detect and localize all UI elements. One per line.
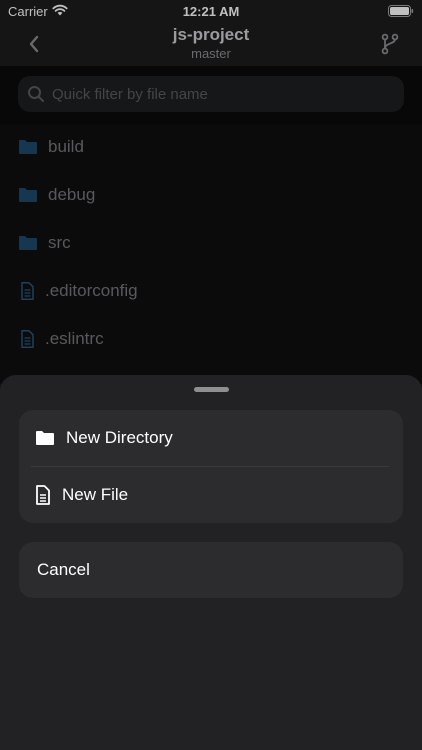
cancel-label: Cancel [37, 560, 90, 579]
search-area: Quick filter by file name [0, 66, 422, 124]
folder-icon [19, 236, 37, 250]
file-name: .editorconfig [45, 281, 138, 300]
file-name: src [48, 233, 71, 252]
file-name: build [48, 137, 84, 156]
action-group: New Directory New File [19, 410, 403, 523]
cancel-button[interactable]: Cancel [19, 542, 403, 598]
folder-icon [19, 140, 37, 154]
list-item-eslintrc[interactable]: .eslintrc [0, 316, 422, 364]
new-directory-button[interactable]: New Directory [19, 410, 403, 466]
navigation-bar: js-project master [0, 22, 422, 66]
repository-title: js-project [172, 25, 250, 44]
action-sheet: New Directory New File Cancel [0, 375, 422, 750]
status-bar: Carrier 12:21 AM [0, 0, 422, 22]
file-name: debug [48, 185, 96, 204]
app-screen: Carrier 12:21 AM js-project master Quick… [0, 0, 422, 750]
search-input[interactable]: Quick filter by file name [18, 76, 404, 112]
new-file-label: New File [62, 485, 129, 504]
folder-icon [19, 188, 37, 202]
branch-subtitle: master [191, 46, 231, 61]
new-file-button[interactable]: New File [19, 467, 403, 523]
branch-switch-button[interactable] [376, 30, 404, 58]
file-list: build debug src .editorconfig .eslintrc [0, 124, 422, 384]
file-name: .eslintrc [45, 329, 104, 348]
git-branch-icon [381, 33, 399, 55]
document-icon [21, 282, 34, 300]
search-placeholder: Quick filter by file name [52, 86, 208, 103]
document-icon [21, 330, 34, 348]
folder-icon [36, 431, 54, 445]
new-directory-label: New Directory [66, 428, 173, 447]
list-item-debug[interactable]: debug [0, 172, 422, 220]
status-time: 12:21 AM [182, 4, 240, 19]
search-icon [28, 86, 44, 102]
list-item-src[interactable]: src [0, 220, 422, 268]
battery-full-icon [388, 5, 414, 17]
list-item-build[interactable]: build [0, 124, 422, 172]
list-item-editorconfig[interactable]: .editorconfig [0, 268, 422, 316]
sheet-grabber[interactable] [194, 387, 229, 392]
document-icon [36, 485, 50, 505]
